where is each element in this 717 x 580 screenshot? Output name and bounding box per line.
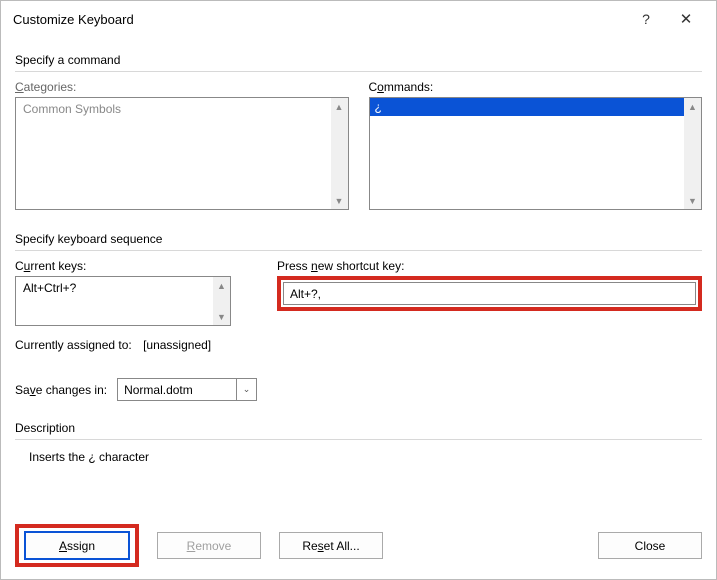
list-item[interactable]: Alt+Ctrl+? bbox=[18, 279, 211, 297]
section-specify-sequence: Specify keyboard sequence bbox=[15, 232, 702, 246]
remove-button[interactable]: Remove bbox=[157, 532, 261, 559]
save-in-label: Save changes in: bbox=[15, 383, 107, 397]
save-in-value: Normal.dotm bbox=[118, 383, 236, 397]
scrollbar[interactable]: ▲ ▼ bbox=[684, 98, 701, 209]
current-keys-label: Current keys: bbox=[15, 259, 247, 273]
close-icon[interactable]: ✕ bbox=[666, 3, 706, 35]
commands-label: Commands: bbox=[369, 80, 703, 94]
button-row: Assign Remove Reset All... Close bbox=[1, 524, 716, 567]
customize-keyboard-dialog: Customize Keyboard ? ✕ Specify a command… bbox=[0, 0, 717, 580]
shortcut-input[interactable] bbox=[283, 282, 696, 305]
scroll-up-icon[interactable]: ▲ bbox=[684, 98, 701, 115]
assigned-label: Currently assigned to: bbox=[15, 338, 132, 352]
scroll-down-icon[interactable]: ▼ bbox=[331, 192, 348, 209]
assigned-row: Currently assigned to: [unassigned] bbox=[15, 338, 702, 352]
section-specify-command: Specify a command bbox=[15, 53, 702, 67]
current-keys-listbox[interactable]: Alt+Ctrl+? ▲ ▼ bbox=[15, 276, 231, 326]
shortcut-highlight bbox=[277, 276, 702, 311]
scroll-up-icon[interactable]: ▲ bbox=[331, 98, 348, 115]
assign-button[interactable]: Assign bbox=[25, 532, 129, 559]
commands-listbox[interactable]: ¿ ▲ ▼ bbox=[369, 97, 703, 210]
description-text: Inserts the ¿ character bbox=[29, 450, 702, 464]
scroll-up-icon[interactable]: ▲ bbox=[213, 277, 230, 294]
close-button[interactable]: Close bbox=[598, 532, 702, 559]
categories-listbox[interactable]: Common Symbols ▲ ▼ bbox=[15, 97, 349, 210]
title-bar: Customize Keyboard ? ✕ bbox=[1, 1, 716, 37]
assigned-value: [unassigned] bbox=[143, 338, 211, 352]
scroll-down-icon[interactable]: ▼ bbox=[213, 308, 230, 325]
help-button[interactable]: ? bbox=[626, 3, 666, 35]
scroll-down-icon[interactable]: ▼ bbox=[684, 192, 701, 209]
description-label: Description bbox=[15, 421, 702, 435]
scrollbar[interactable]: ▲ ▼ bbox=[331, 98, 348, 209]
chevron-down-icon[interactable]: ⌄ bbox=[236, 379, 256, 400]
categories-label: Categories: bbox=[15, 80, 349, 94]
list-item[interactable]: Common Symbols bbox=[18, 100, 329, 118]
save-in-dropdown[interactable]: Normal.dotm ⌄ bbox=[117, 378, 257, 401]
dialog-title: Customize Keyboard bbox=[13, 12, 626, 27]
list-item[interactable]: ¿ bbox=[370, 98, 685, 116]
press-new-label: Press new shortcut key: bbox=[277, 259, 702, 273]
scrollbar[interactable]: ▲ ▼ bbox=[213, 277, 230, 325]
assign-highlight: Assign bbox=[15, 524, 139, 567]
reset-all-button[interactable]: Reset All... bbox=[279, 532, 383, 559]
